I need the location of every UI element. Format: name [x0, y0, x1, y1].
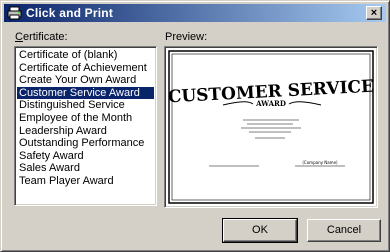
certificate-list-item[interactable]: Customer Service Award [17, 86, 154, 100]
certificate-listbox[interactable]: Certificate of (blank) Certificate of Ach… [14, 46, 157, 206]
click-and-print-dialog: Click and Print × Certificate: Preview: … [0, 0, 390, 252]
ok-button[interactable]: OK [222, 218, 298, 243]
printer-icon [7, 6, 22, 20]
preview-label: Preview: [165, 31, 208, 43]
certificate-preview: CUSTOMER SERVICE AWARD (Company Name) [164, 46, 378, 208]
certificate-preview-image: CUSTOMER SERVICE AWARD (Company Name) [167, 50, 375, 204]
certificate-list-item[interactable]: Certificate of Achievement [17, 62, 154, 75]
certificate-list-item[interactable]: Outstanding Performance [17, 137, 154, 150]
cancel-button[interactable]: Cancel [307, 219, 381, 242]
certificate-list-item[interactable]: Create Your Own Award [17, 74, 154, 87]
preview-company-field: (Company Name) [302, 160, 338, 165]
certificate-label: Certificate: [15, 31, 68, 43]
close-button[interactable]: × [366, 6, 382, 20]
certificate-list-item[interactable]: Employee of the Month [17, 112, 154, 125]
certificate-list-item[interactable]: Leadership Award [17, 125, 154, 138]
certificate-list-item[interactable]: Safety Award [17, 150, 154, 163]
preview-subheading: AWARD [255, 99, 286, 108]
certificate-list-item[interactable]: Certificate of (blank) [17, 49, 154, 62]
certificate-list-item[interactable]: Sales Award [17, 162, 154, 175]
certificate-list-item[interactable]: Distinguished Service [17, 99, 154, 112]
title-bar[interactable]: Click and Print × [4, 4, 386, 22]
window-title: Click and Print [26, 6, 114, 20]
certificate-list-item[interactable]: Team Player Award [17, 175, 154, 188]
